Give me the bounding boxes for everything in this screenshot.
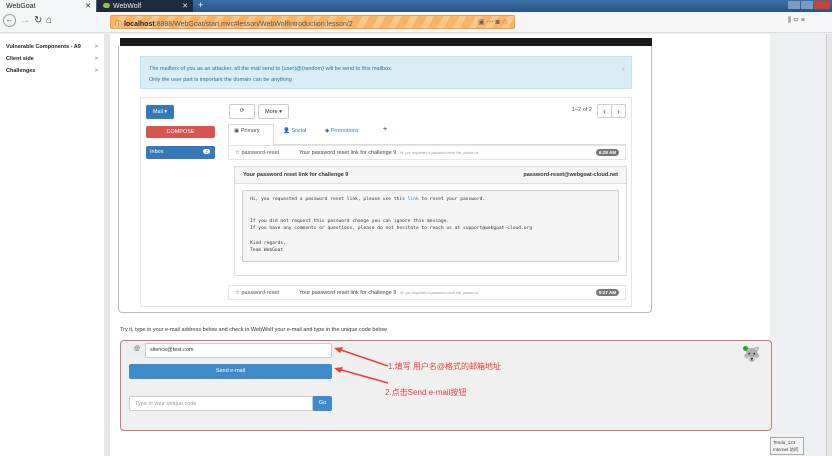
add-tab-button[interactable]: + xyxy=(383,126,387,133)
tab-social[interactable]: 👤 Social xyxy=(283,128,306,134)
scrollbar[interactable] xyxy=(826,34,832,456)
maximize-icon[interactable] xyxy=(801,1,813,9)
new-tab-button[interactable]: + xyxy=(198,0,203,10)
annotation-1: 1.填写 用户名@格式的邮箱地址 xyxy=(388,362,502,371)
tab-webgoat[interactable]: WebGoat ✕ xyxy=(0,0,96,12)
tab-promotions[interactable]: ◆ Promotions xyxy=(325,128,359,134)
inbox-count-badge: 2 xyxy=(203,149,210,154)
mail-body: Hi, you requested a password reset link,… xyxy=(242,190,619,262)
time-badge: 6:27 AM xyxy=(595,289,619,296)
inbox-button[interactable]: Inbox 2 xyxy=(146,146,215,159)
next-page-button[interactable]: › xyxy=(611,104,626,118)
star-icon[interactable]: ☆ xyxy=(235,290,240,296)
page-actions-icon[interactable]: ▣ ⋯ ◙ ☆ xyxy=(478,18,508,26)
mail-dropdown-button[interactable]: Mail ▾ xyxy=(146,105,174,119)
at-addon: @ xyxy=(129,343,146,358)
close-window-icon[interactable] xyxy=(814,1,830,9)
url-path: :8888/WebGoat/start.mvc#lesson/WebWolfIn… xyxy=(154,21,353,28)
success-check-icon xyxy=(743,346,748,351)
minimize-icon[interactable] xyxy=(788,1,800,9)
reset-link[interactable]: link xyxy=(408,197,419,202)
go-button[interactable]: Go xyxy=(313,396,332,411)
unique-code-input[interactable]: Type in your unique code xyxy=(129,396,313,411)
lesson-page-bar xyxy=(120,38,652,46)
arrow-1 xyxy=(337,348,389,367)
alert-text: The mailbox of you as an attacker, all t… xyxy=(149,66,393,72)
time-badge: 6:28 AM xyxy=(595,149,619,156)
refresh-button[interactable]: ⟳ xyxy=(229,104,255,119)
annotation-2: 2.点击Send e-mail按钮 xyxy=(385,388,467,397)
tab-primary[interactable]: ▣ Primary xyxy=(234,128,260,134)
url-bar[interactable]: ⓘ localhost:8888/WebGoat/start.mvc#lesso… xyxy=(110,15,515,29)
mail-row[interactable]: ☆ password-reset Your password reset link… xyxy=(228,145,626,160)
close-alert-icon[interactable]: × xyxy=(622,65,625,76)
compose-button[interactable]: COMPOSE xyxy=(146,126,215,138)
info-alert: The mailbox of you as an attacker, all t… xyxy=(140,56,632,89)
network-tooltip: Tenda_123 Internet 访问 xyxy=(770,437,804,455)
back-icon[interactable]: ← xyxy=(3,14,16,27)
chevron-right-icon: > xyxy=(94,56,98,62)
annotation-arrows xyxy=(334,347,389,384)
mail-row[interactable]: ☆ password-reset Your password reset link… xyxy=(228,285,626,300)
more-button[interactable]: More ▾ xyxy=(258,104,289,119)
sidebar-item-challenges[interactable]: Challenges > xyxy=(6,68,98,74)
home-icon[interactable]: ⌂ xyxy=(46,15,52,26)
star-icon[interactable]: ☆ xyxy=(235,150,240,156)
close-tab-icon[interactable]: ✕ xyxy=(182,2,188,10)
close-tab-icon[interactable]: ✕ xyxy=(85,2,91,10)
send-email-button[interactable]: Send e-mail xyxy=(129,364,332,379)
alert-text: Only the user part is important the doma… xyxy=(149,77,292,83)
tab-label: WebWolf xyxy=(113,3,142,10)
email-value: silence@test.com xyxy=(150,347,194,353)
instructions-text: Try it, type in your e-mail address belo… xyxy=(120,327,387,333)
sidebar-item-client-side[interactable]: Client side > xyxy=(6,56,98,62)
sidebar-item-vulnerable-components[interactable]: Vulnerable Components - A9 > xyxy=(6,44,98,50)
url-host: localhost xyxy=(123,21,155,28)
library-icon[interactable]: ⫼ ▭ ≡ xyxy=(788,17,805,25)
tab-webwolf[interactable]: WebWolf ✕ xyxy=(97,0,193,12)
pager-text: 1–2 of 2 xyxy=(572,107,592,113)
tab-label: WebGoat xyxy=(6,3,36,10)
lesson-sidebar: Vulnerable Components - A9 > Client side >… xyxy=(0,34,104,456)
chevron-right-icon: > xyxy=(94,44,98,50)
reload-icon[interactable]: ↻ xyxy=(34,15,42,26)
prev-page-button[interactable]: ‹ xyxy=(597,104,612,118)
webwolf-favicon-icon xyxy=(103,3,110,8)
forward-icon[interactable]: → xyxy=(20,15,30,26)
arrow-2 xyxy=(337,368,389,384)
window-controls[interactable] xyxy=(788,1,830,9)
preview-header: Your password reset link for challenge 9… xyxy=(235,167,626,184)
chevron-right-icon: > xyxy=(94,68,98,74)
